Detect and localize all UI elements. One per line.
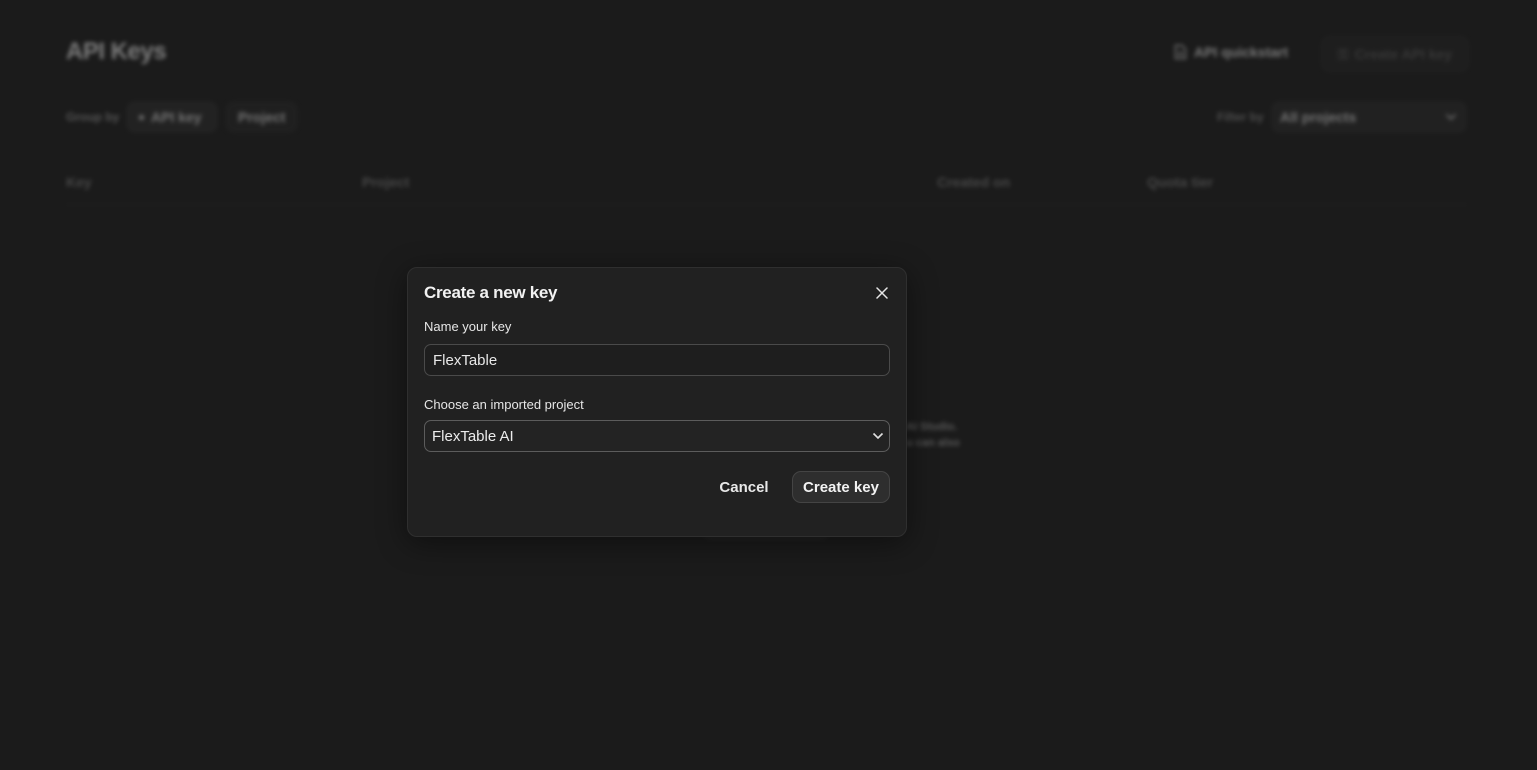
- column-header-project: Project: [362, 174, 410, 190]
- selected-dot: [139, 114, 144, 120]
- cancel-button[interactable]: Cancel: [713, 471, 775, 503]
- chevron-down-icon: [872, 432, 884, 440]
- name-key-label: Name your key: [424, 319, 512, 334]
- create-key-dialog: Create a new key Name your key Choose an…: [407, 267, 907, 537]
- chevron-down-icon: [1445, 113, 1457, 121]
- group-by-project-chip[interactable]: Project: [225, 101, 298, 133]
- table-divider: [66, 204, 1467, 205]
- api-quickstart-label: API quickstart: [1194, 44, 1289, 60]
- project-filter-select[interactable]: All projects: [1271, 101, 1467, 133]
- dialog-title: Create a new key: [424, 283, 558, 302]
- project-select[interactable]: FlexTable AI: [424, 420, 890, 452]
- doc-icon: [1174, 44, 1187, 60]
- api-quickstart-link[interactable]: API quickstart: [1174, 44, 1288, 60]
- filter-by-label: Filter by: [1217, 110, 1264, 124]
- page-title: API Keys: [66, 38, 167, 65]
- chip-label: API key: [151, 109, 202, 125]
- column-header-created-on: Created on: [937, 174, 1011, 190]
- column-header-key: Key: [66, 174, 92, 190]
- filter-value: All projects: [1280, 109, 1357, 125]
- empty-state-text: AI Studio.: [906, 421, 958, 433]
- group-by-label: Group by: [66, 110, 120, 124]
- create-key-button[interactable]: Create key: [792, 471, 890, 503]
- create-api-key-button[interactable]: ⚿ Create API key: [1321, 36, 1469, 72]
- create-api-key-label: Create API key: [1354, 46, 1453, 62]
- close-icon: [876, 287, 888, 299]
- chip-label: Project: [238, 109, 286, 125]
- close-button[interactable]: [872, 283, 892, 303]
- key-icon: ⚿: [1337, 45, 1349, 62]
- key-name-input[interactable]: [424, 344, 890, 376]
- empty-state-text: u can also: [906, 437, 960, 449]
- project-label: Choose an imported project: [424, 397, 584, 412]
- group-by-api-key-chip[interactable]: API key: [126, 101, 218, 133]
- project-select-value: FlexTable AI: [432, 427, 514, 445]
- column-header-quota-tier: Quota tier: [1147, 174, 1214, 190]
